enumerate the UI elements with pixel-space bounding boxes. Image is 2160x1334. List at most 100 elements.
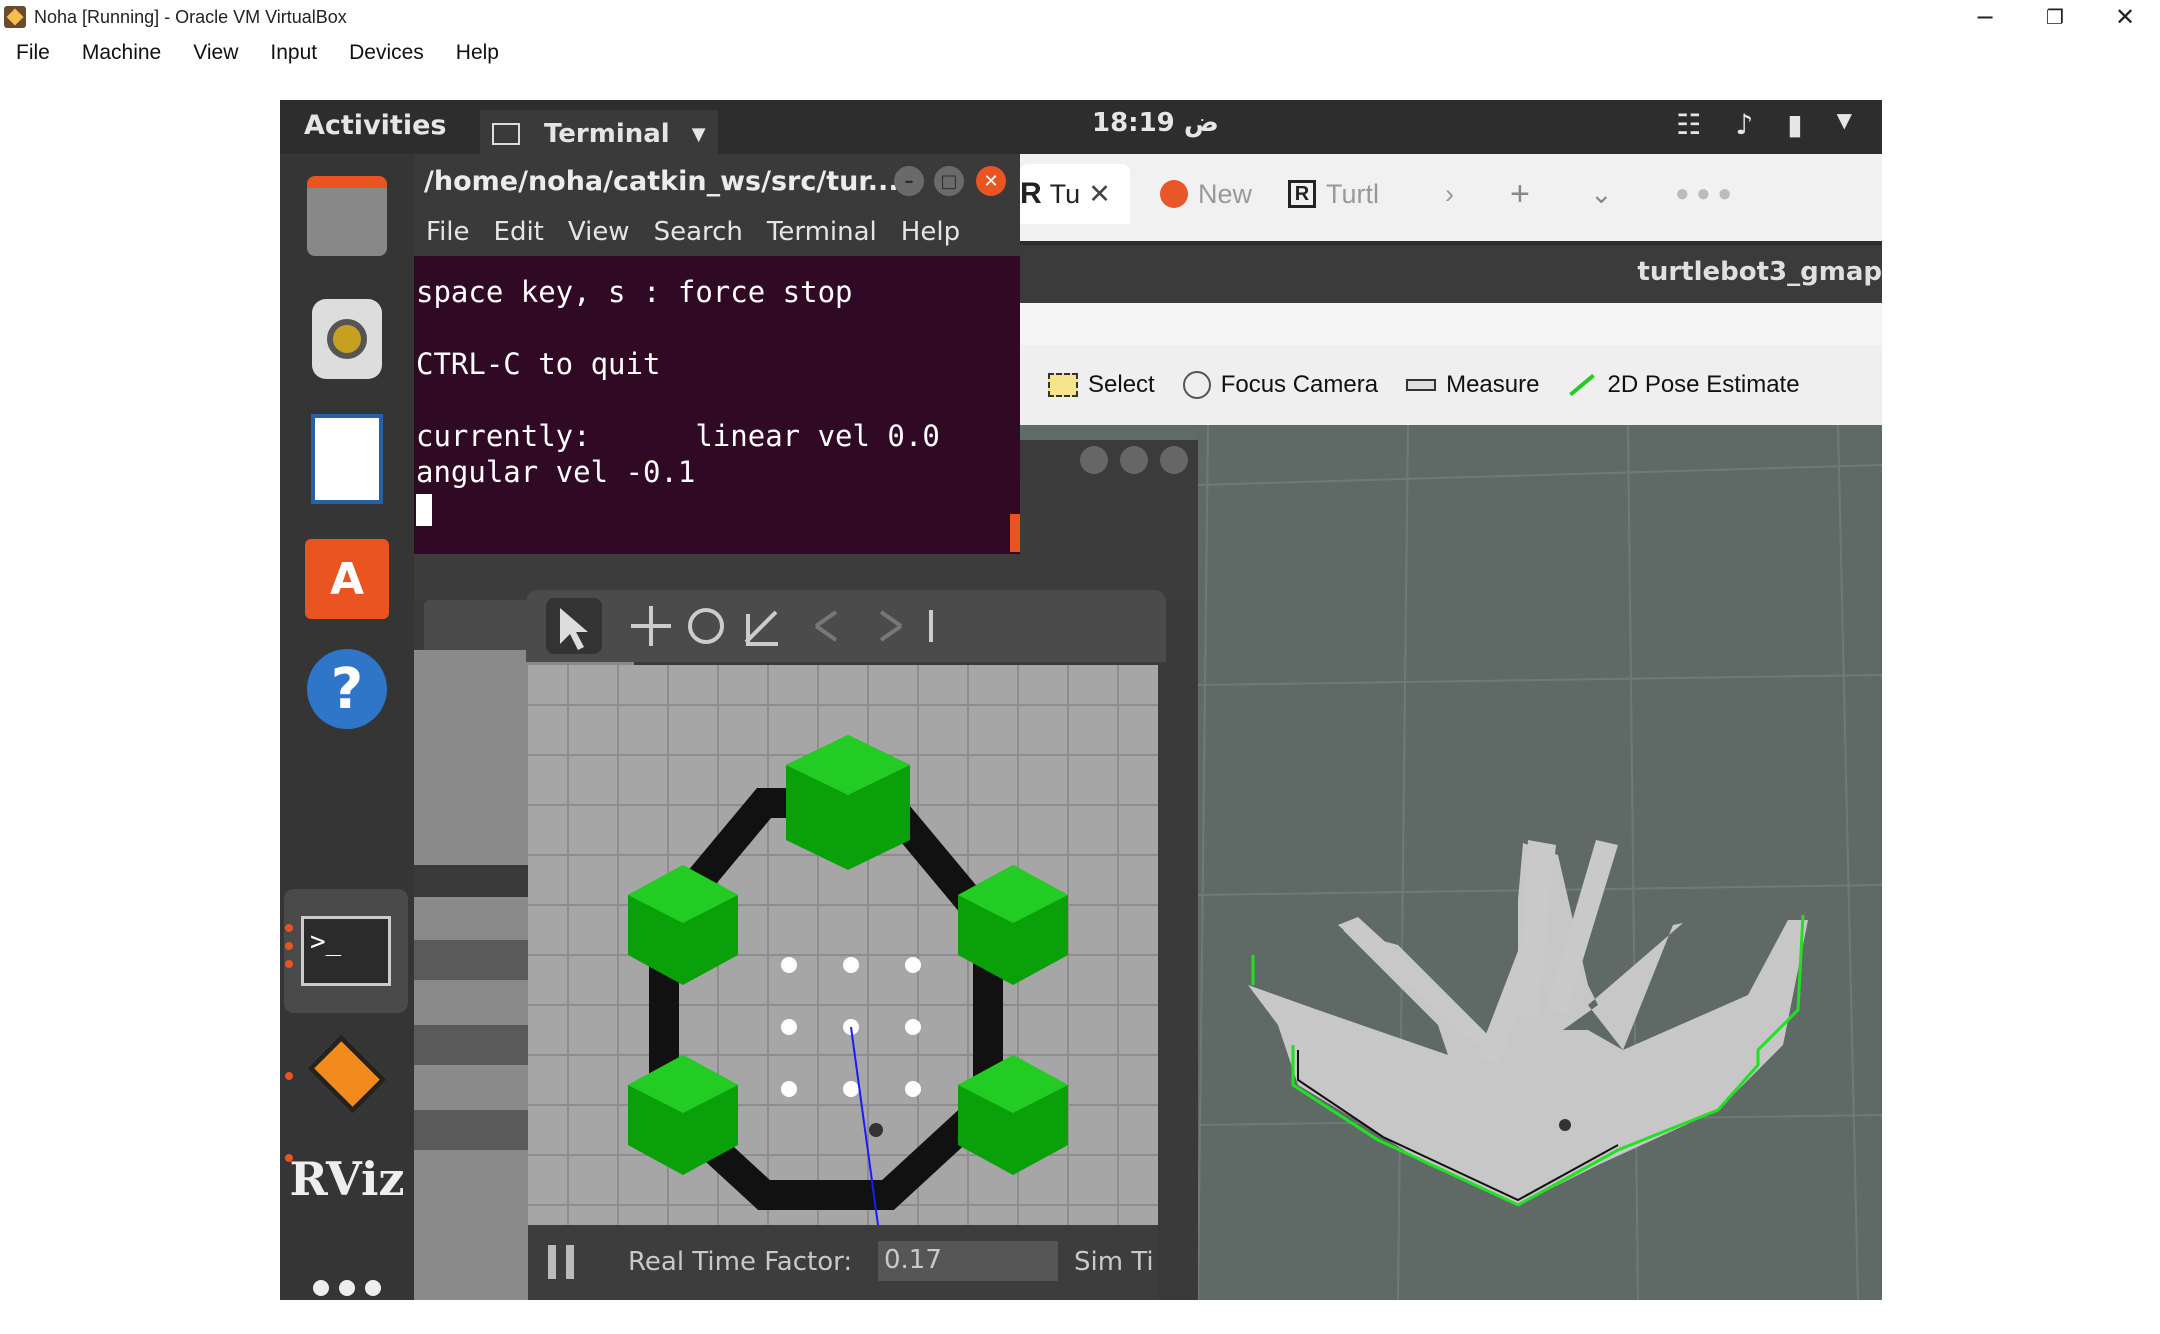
files-icon[interactable] [297, 166, 397, 266]
clock-time: 18:19 [1092, 108, 1175, 138]
terminal-line: currently: linear vel 0.0 [416, 419, 940, 453]
browser-tab-label: New [1198, 178, 1253, 209]
redo-icon[interactable] [879, 610, 903, 642]
terminal-output[interactable]: space key, s : force stop CTRL-C to quit… [414, 256, 1020, 544]
rviz-toolbar: Select Focus Camera Measure 2D Pose Esti… [1020, 345, 1882, 425]
select-icon [1048, 373, 1078, 397]
browser-tab-active[interactable]: R Tu ✕ [1020, 164, 1130, 224]
terminal-titlebar: /home/noha/catkin_ws/src/tur... – □ ✕ [414, 154, 1020, 208]
robot-scene [528, 665, 1158, 1225]
rviz-dock-icon[interactable]: RViz [289, 1129, 404, 1229]
restore-button[interactable]: ❐ [2020, 0, 2090, 34]
rviz-menubar [1020, 303, 1882, 345]
menu-view[interactable]: View [177, 41, 254, 65]
rviz-3d-view[interactable] [1197, 424, 1882, 1300]
close-tab-icon[interactable]: ✕ [1088, 179, 1111, 210]
app-menu[interactable]: Terminal ▼ [480, 110, 718, 158]
chevron-down-icon: ▼ [1836, 108, 1852, 132]
menu-devices[interactable]: Devices [333, 41, 440, 65]
browser-tab-label: Tu [1049, 178, 1081, 209]
close-button[interactable]: ✕ [2090, 0, 2160, 34]
maximize-icon[interactable]: □ [934, 166, 964, 196]
pose-arrow-icon [1569, 373, 1596, 397]
gazebo-dock-icon[interactable] [297, 1024, 397, 1124]
terminal-title: /home/noha/catkin_ws/src/tur... [424, 165, 899, 197]
menu-machine[interactable]: Machine [66, 41, 177, 65]
virtualbox-icon [4, 6, 26, 28]
select-label: Select [1088, 371, 1155, 398]
terminal-dock-icon[interactable]: >_ [284, 889, 408, 1013]
battery-icon: ▮ [1787, 108, 1803, 141]
focus-camera-icon [1182, 371, 1211, 399]
rviz-title: turtlebot3_gmap [1637, 257, 1882, 287]
gazebo-toolbar [526, 590, 1166, 662]
terminal-menu-file[interactable]: File [426, 217, 470, 247]
terminal-menu-help[interactable]: Help [901, 217, 960, 247]
terminal-menu-search[interactable]: Search [654, 217, 743, 247]
minimize-icon[interactable]: – [894, 166, 924, 196]
occupancy-map [1197, 424, 1882, 1300]
focus-camera-label: Focus Camera [1220, 371, 1379, 398]
host-titlebar: Noha [Running] - Oracle VM VirtualBox − … [0, 0, 2160, 34]
guest-screen[interactable]: R Tu ✕ New R Turtl › + ⌄ ● ● ● turtlebot… [280, 100, 1882, 1300]
select-tool[interactable]: Select [1048, 371, 1155, 399]
terminal-menu-edit[interactable]: Edit [494, 217, 544, 247]
browser-tab-turtlebot[interactable]: R Turtl [1288, 164, 1379, 224]
close-icon[interactable]: ✕ [976, 166, 1006, 196]
chevron-down-icon: ▼ [691, 123, 706, 145]
ruler-icon [1406, 379, 1437, 391]
scale-icon[interactable] [744, 610, 778, 646]
new-tab-icon[interactable]: + [1510, 164, 1530, 224]
pause-icon[interactable] [548, 1245, 574, 1279]
ros-icon: R [1288, 180, 1316, 208]
software-center-icon[interactable]: A [297, 529, 397, 629]
ros-icon: R [1020, 177, 1042, 210]
pose-estimate-label: 2D Pose Estimate [1607, 371, 1800, 398]
host-menubar: File Machine View Input Devices Help [0, 34, 2160, 72]
ubuntu-dock: A ? >_ RViz [280, 154, 414, 1300]
window-controls-icon[interactable]: ● ● ● [1675, 164, 1732, 224]
show-applications-icon[interactable] [297, 1264, 397, 1300]
gnome-topbar: Activities Terminal ▼ 18:19 ض ☷ ♪ ▮ ▼ [280, 100, 1882, 158]
rtf-value: 0.17 [878, 1241, 1058, 1281]
terminal-menubar: File Edit View Search Terminal Help [414, 208, 1020, 256]
menu-file[interactable]: File [0, 41, 66, 65]
measure-tool[interactable]: Measure [1406, 371, 1539, 399]
system-tray[interactable]: ☷ ♪ ▮ ▼ [1676, 108, 1852, 141]
browser-tab-label: Turtl [1326, 178, 1379, 209]
clock[interactable]: 18:19 ض [1092, 108, 1219, 138]
menu-input[interactable]: Input [254, 41, 333, 65]
browser-tabbar: R Tu ✕ New R Turtl › + ⌄ ● ● ● [1020, 154, 1882, 245]
rhythmbox-icon[interactable] [297, 289, 397, 389]
chevron-right-icon[interactable]: › [1445, 164, 1454, 224]
terminal-scrollbar[interactable] [1010, 514, 1020, 552]
libreoffice-writer-icon[interactable] [297, 409, 397, 509]
maximize-icon[interactable] [1120, 446, 1148, 474]
terminal-menu-terminal[interactable]: Terminal [767, 217, 877, 247]
minimize-button[interactable]: − [1950, 0, 2020, 34]
terminal-window[interactable]: /home/noha/catkin_ws/src/tur... – □ ✕ Fi… [414, 154, 1020, 554]
gazebo-3d-view[interactable] [528, 665, 1158, 1225]
minimize-icon[interactable] [1080, 446, 1108, 474]
translate-icon[interactable] [631, 606, 671, 646]
clock-suffix: ض [1183, 108, 1219, 138]
terminal-menu-view[interactable]: View [568, 217, 630, 247]
chevron-down-icon[interactable]: ⌄ [1590, 164, 1613, 224]
terminal-line: space key, s : force stop [416, 275, 853, 309]
gazebo-statusbar: Real Time Factor: 0.17 Sim Ti [528, 1225, 1158, 1300]
pose-estimate-tool[interactable]: 2D Pose Estimate [1567, 371, 1800, 399]
help-icon[interactable]: ? [297, 639, 397, 739]
network-icon: ☷ [1676, 108, 1702, 141]
host-window-title: Noha [Running] - Oracle VM VirtualBox [34, 6, 347, 27]
close-icon[interactable] [1160, 446, 1188, 474]
gazebo-panel-tab[interactable] [424, 600, 534, 650]
rotate-icon[interactable] [688, 608, 724, 644]
app-menu-label: Terminal [544, 119, 670, 149]
browser-tab-new[interactable]: New [1160, 164, 1252, 224]
robot-base [869, 1123, 883, 1137]
menu-help[interactable]: Help [440, 41, 515, 65]
focus-camera-tool[interactable]: Focus Camera [1182, 371, 1379, 399]
undo-icon[interactable] [814, 610, 838, 642]
activities-button[interactable]: Activities [304, 110, 446, 141]
